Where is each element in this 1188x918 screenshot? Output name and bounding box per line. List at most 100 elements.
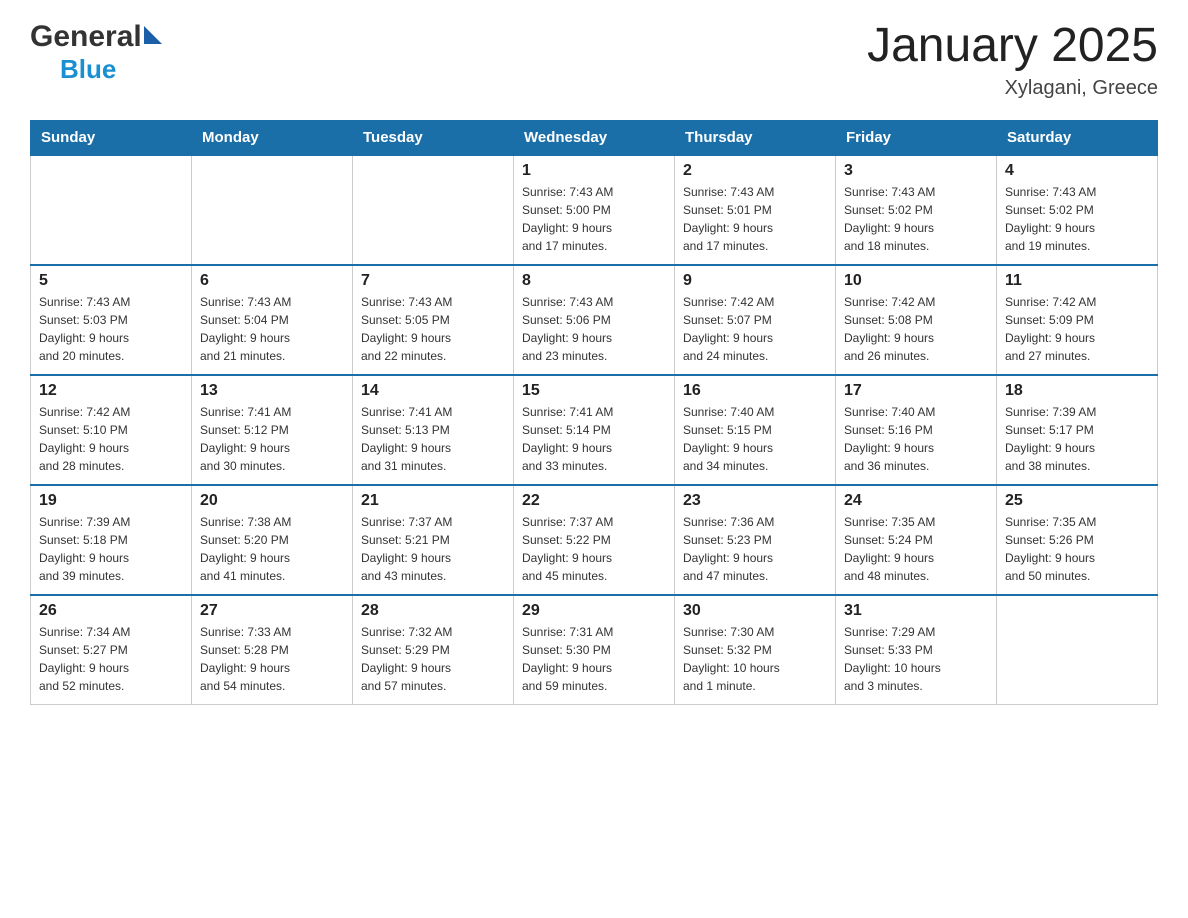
- day-info: Sunrise: 7:42 AMSunset: 5:10 PMDaylight:…: [39, 403, 183, 475]
- day-number: 18: [1005, 382, 1149, 400]
- day-number: 3: [844, 162, 988, 180]
- table-row: [353, 155, 514, 265]
- day-info: Sunrise: 7:40 AMSunset: 5:15 PMDaylight:…: [683, 403, 827, 475]
- day-info: Sunrise: 7:39 AMSunset: 5:18 PMDaylight:…: [39, 513, 183, 585]
- logo: General Blue: [30, 20, 162, 85]
- table-row: [31, 155, 192, 265]
- table-row: 7 Sunrise: 7:43 AMSunset: 5:05 PMDaylight…: [353, 265, 514, 375]
- title-block: January 2025 Xylagani, Greece: [867, 20, 1158, 100]
- day-number: 4: [1005, 162, 1149, 180]
- day-info: Sunrise: 7:41 AMSunset: 5:13 PMDaylight:…: [361, 403, 505, 475]
- day-number: 15: [522, 382, 666, 400]
- day-number: 7: [361, 272, 505, 290]
- day-info: Sunrise: 7:43 AMSunset: 5:01 PMDaylight:…: [683, 183, 827, 255]
- day-number: 10: [844, 272, 988, 290]
- day-number: 30: [683, 602, 827, 620]
- table-row: 31Sunrise: 7:29 AMSunset: 5:33 PMDayligh…: [836, 595, 997, 705]
- table-row: 14 Sunrise: 7:41 AMSunset: 5:13 PMDayligh…: [353, 375, 514, 485]
- table-row: 15Sunrise: 7:41 AMSunset: 5:14 PMDayligh…: [514, 375, 675, 485]
- day-info: Sunrise: 7:43 AMSunset: 5:03 PMDaylight:…: [39, 293, 183, 365]
- day-info: Sunrise: 7:40 AMSunset: 5:16 PMDaylight:…: [844, 403, 988, 475]
- calendar-header-row: Sunday Monday Tuesday Wednesday Thursday…: [31, 120, 1158, 155]
- calendar-table: Sunday Monday Tuesday Wednesday Thursday…: [30, 120, 1158, 706]
- col-monday: Monday: [192, 120, 353, 155]
- calendar-week-row: 1 Sunrise: 7:43 AMSunset: 5:00 PMDaylight…: [31, 155, 1158, 265]
- day-number: 9: [683, 272, 827, 290]
- day-number: 1: [522, 162, 666, 180]
- day-info: Sunrise: 7:43 AMSunset: 5:06 PMDaylight:…: [522, 293, 666, 365]
- table-row: 8 Sunrise: 7:43 AMSunset: 5:06 PMDaylight…: [514, 265, 675, 375]
- day-info: Sunrise: 7:30 AMSunset: 5:32 PMDaylight:…: [683, 623, 827, 695]
- day-number: 20: [200, 492, 344, 510]
- table-row: [997, 595, 1158, 705]
- table-row: 13 Sunrise: 7:41 AMSunset: 5:12 PMDayligh…: [192, 375, 353, 485]
- day-number: 31: [844, 602, 988, 620]
- day-number: 21: [361, 492, 505, 510]
- day-number: 27: [200, 602, 344, 620]
- table-row: 26 Sunrise: 7:34 AMSunset: 5:27 PMDayligh…: [31, 595, 192, 705]
- day-number: 29: [522, 602, 666, 620]
- table-row: 23 Sunrise: 7:36 AMSunset: 5:23 PMDayligh…: [675, 485, 836, 595]
- calendar-week-row: 5Sunrise: 7:43 AMSunset: 5:03 PMDaylight…: [31, 265, 1158, 375]
- col-sunday: Sunday: [31, 120, 192, 155]
- calendar-week-row: 26 Sunrise: 7:34 AMSunset: 5:27 PMDayligh…: [31, 595, 1158, 705]
- day-info: Sunrise: 7:43 AMSunset: 5:02 PMDaylight:…: [844, 183, 988, 255]
- day-info: Sunrise: 7:31 AMSunset: 5:30 PMDaylight:…: [522, 623, 666, 695]
- col-friday: Friday: [836, 120, 997, 155]
- col-thursday: Thursday: [675, 120, 836, 155]
- day-number: 17: [844, 382, 988, 400]
- logo-arrow-icon: [144, 26, 162, 44]
- day-info: Sunrise: 7:42 AMSunset: 5:09 PMDaylight:…: [1005, 293, 1149, 365]
- table-row: 10Sunrise: 7:42 AMSunset: 5:08 PMDayligh…: [836, 265, 997, 375]
- table-row: 3 Sunrise: 7:43 AMSunset: 5:02 PMDaylight…: [836, 155, 997, 265]
- day-info: Sunrise: 7:42 AMSunset: 5:07 PMDaylight:…: [683, 293, 827, 365]
- day-number: 8: [522, 272, 666, 290]
- day-info: Sunrise: 7:33 AMSunset: 5:28 PMDaylight:…: [200, 623, 344, 695]
- table-row: [192, 155, 353, 265]
- table-row: 30 Sunrise: 7:30 AMSunset: 5:32 PMDayligh…: [675, 595, 836, 705]
- day-info: Sunrise: 7:39 AMSunset: 5:17 PMDaylight:…: [1005, 403, 1149, 475]
- table-row: 24Sunrise: 7:35 AMSunset: 5:24 PMDayligh…: [836, 485, 997, 595]
- calendar-week-row: 19 Sunrise: 7:39 AMSunset: 5:18 PMDayligh…: [31, 485, 1158, 595]
- table-row: 25Sunrise: 7:35 AMSunset: 5:26 PMDayligh…: [997, 485, 1158, 595]
- day-number: 12: [39, 382, 183, 400]
- table-row: 11 Sunrise: 7:42 AMSunset: 5:09 PMDayligh…: [997, 265, 1158, 375]
- col-tuesday: Tuesday: [353, 120, 514, 155]
- table-row: 2 Sunrise: 7:43 AMSunset: 5:01 PMDaylight…: [675, 155, 836, 265]
- day-number: 22: [522, 492, 666, 510]
- day-number: 26: [39, 602, 183, 620]
- day-info: Sunrise: 7:43 AMSunset: 5:04 PMDaylight:…: [200, 293, 344, 365]
- table-row: 28Sunrise: 7:32 AMSunset: 5:29 PMDayligh…: [353, 595, 514, 705]
- day-info: Sunrise: 7:43 AMSunset: 5:00 PMDaylight:…: [522, 183, 666, 255]
- table-row: 12 Sunrise: 7:42 AMSunset: 5:10 PMDayligh…: [31, 375, 192, 485]
- day-info: Sunrise: 7:43 AMSunset: 5:05 PMDaylight:…: [361, 293, 505, 365]
- table-row: 16 Sunrise: 7:40 AMSunset: 5:15 PMDayligh…: [675, 375, 836, 485]
- page-header: General Blue January 2025 Xylagani, Gree…: [30, 20, 1158, 100]
- day-info: Sunrise: 7:37 AMSunset: 5:21 PMDaylight:…: [361, 513, 505, 585]
- day-number: 11: [1005, 272, 1149, 290]
- day-number: 2: [683, 162, 827, 180]
- day-info: Sunrise: 7:43 AMSunset: 5:02 PMDaylight:…: [1005, 183, 1149, 255]
- day-info: Sunrise: 7:38 AMSunset: 5:20 PMDaylight:…: [200, 513, 344, 585]
- day-info: Sunrise: 7:37 AMSunset: 5:22 PMDaylight:…: [522, 513, 666, 585]
- day-info: Sunrise: 7:36 AMSunset: 5:23 PMDaylight:…: [683, 513, 827, 585]
- day-number: 19: [39, 492, 183, 510]
- table-row: 5Sunrise: 7:43 AMSunset: 5:03 PMDaylight…: [31, 265, 192, 375]
- day-number: 13: [200, 382, 344, 400]
- table-row: 19 Sunrise: 7:39 AMSunset: 5:18 PMDayligh…: [31, 485, 192, 595]
- calendar-week-row: 12 Sunrise: 7:42 AMSunset: 5:10 PMDayligh…: [31, 375, 1158, 485]
- main-title: January 2025: [867, 20, 1158, 73]
- day-number: 16: [683, 382, 827, 400]
- day-number: 25: [1005, 492, 1149, 510]
- table-row: 21 Sunrise: 7:37 AMSunset: 5:21 PMDayligh…: [353, 485, 514, 595]
- table-row: 20 Sunrise: 7:38 AMSunset: 5:20 PMDayligh…: [192, 485, 353, 595]
- table-row: 22 Sunrise: 7:37 AMSunset: 5:22 PMDayligh…: [514, 485, 675, 595]
- day-info: Sunrise: 7:41 AMSunset: 5:12 PMDaylight:…: [200, 403, 344, 475]
- day-info: Sunrise: 7:34 AMSunset: 5:27 PMDaylight:…: [39, 623, 183, 695]
- day-number: 23: [683, 492, 827, 510]
- table-row: 18 Sunrise: 7:39 AMSunset: 5:17 PMDayligh…: [997, 375, 1158, 485]
- table-row: 6Sunrise: 7:43 AMSunset: 5:04 PMDaylight…: [192, 265, 353, 375]
- day-number: 14: [361, 382, 505, 400]
- day-info: Sunrise: 7:32 AMSunset: 5:29 PMDaylight:…: [361, 623, 505, 695]
- logo-blue-text: Blue: [60, 54, 116, 84]
